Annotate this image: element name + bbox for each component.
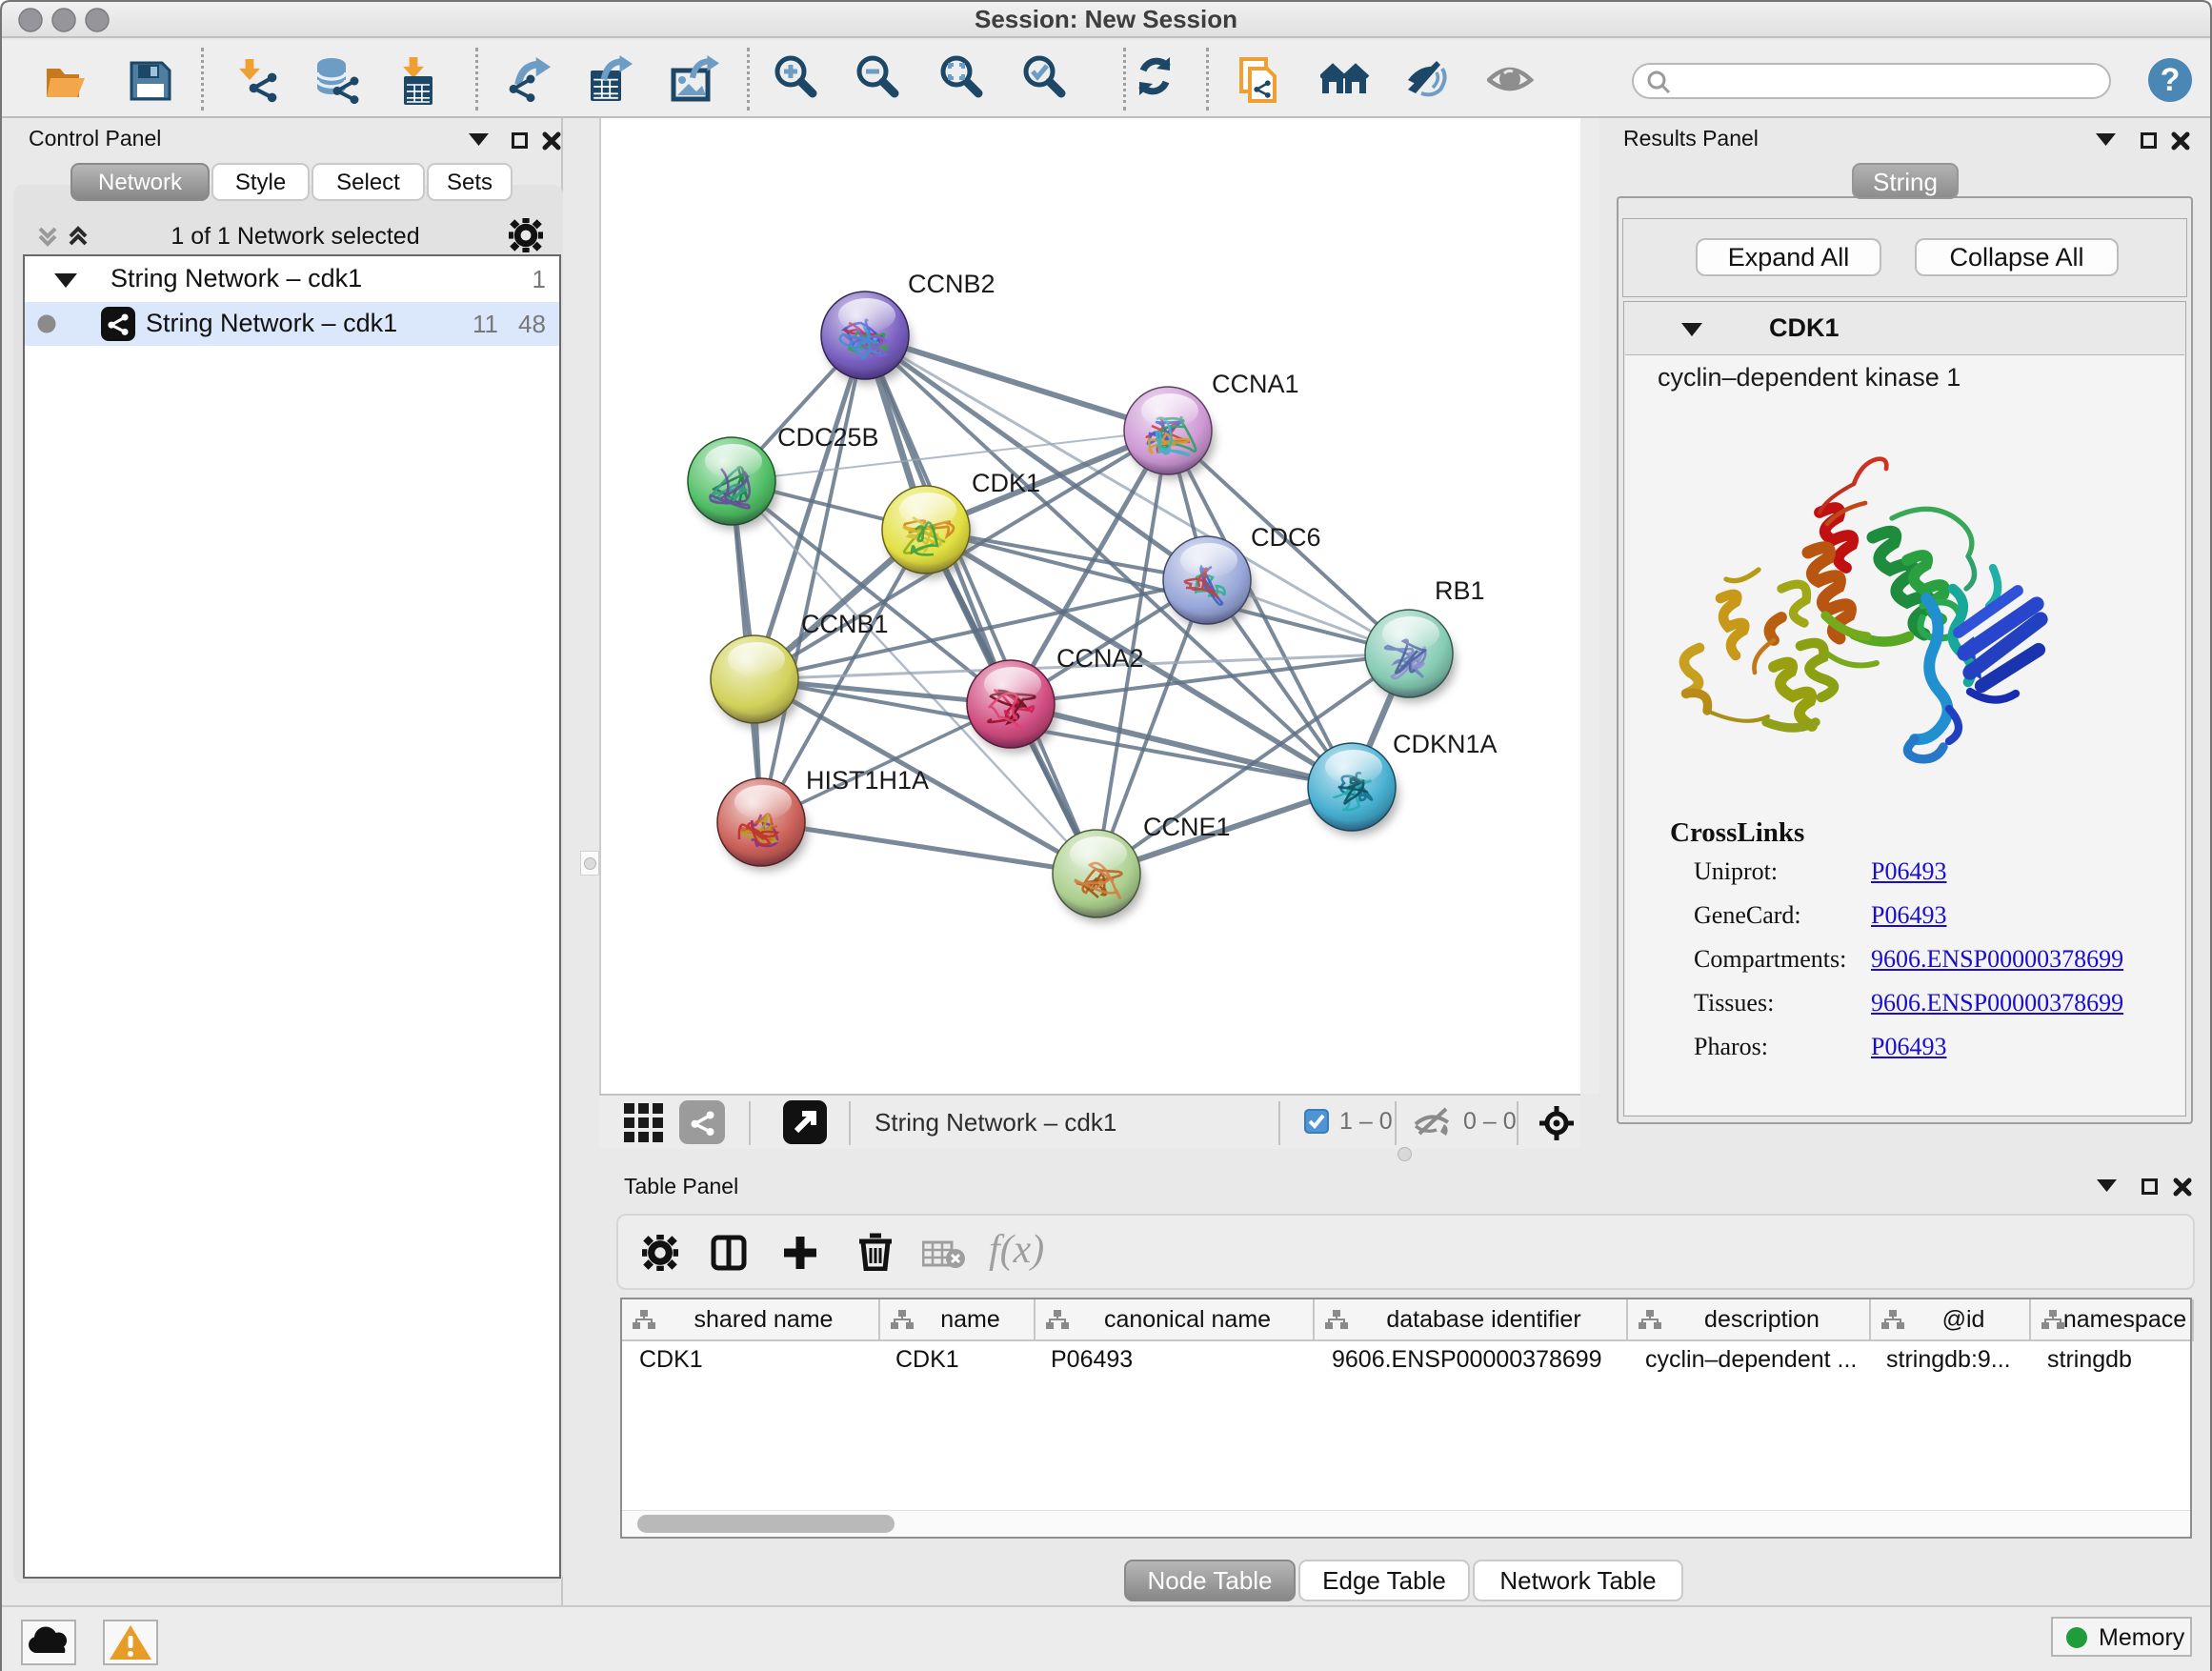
- svg-text:CCNA1: CCNA1: [1212, 370, 1299, 398]
- svg-text:CDK1: CDK1: [972, 469, 1040, 497]
- svg-text:CDC6: CDC6: [1251, 523, 1321, 552]
- svg-text:CDC25B: CDC25B: [777, 423, 879, 452]
- svg-text:CCNA2: CCNA2: [1056, 644, 1144, 673]
- svg-text:CCNB1: CCNB1: [801, 610, 889, 638]
- svg-text:RB1: RB1: [1435, 576, 1485, 605]
- svg-text:CDKN1A: CDKN1A: [1393, 730, 1498, 758]
- svg-text:CCNE1: CCNE1: [1143, 813, 1231, 841]
- svg-text:CCNB2: CCNB2: [908, 270, 995, 298]
- svg-text:HIST1H1A: HIST1H1A: [806, 766, 929, 795]
